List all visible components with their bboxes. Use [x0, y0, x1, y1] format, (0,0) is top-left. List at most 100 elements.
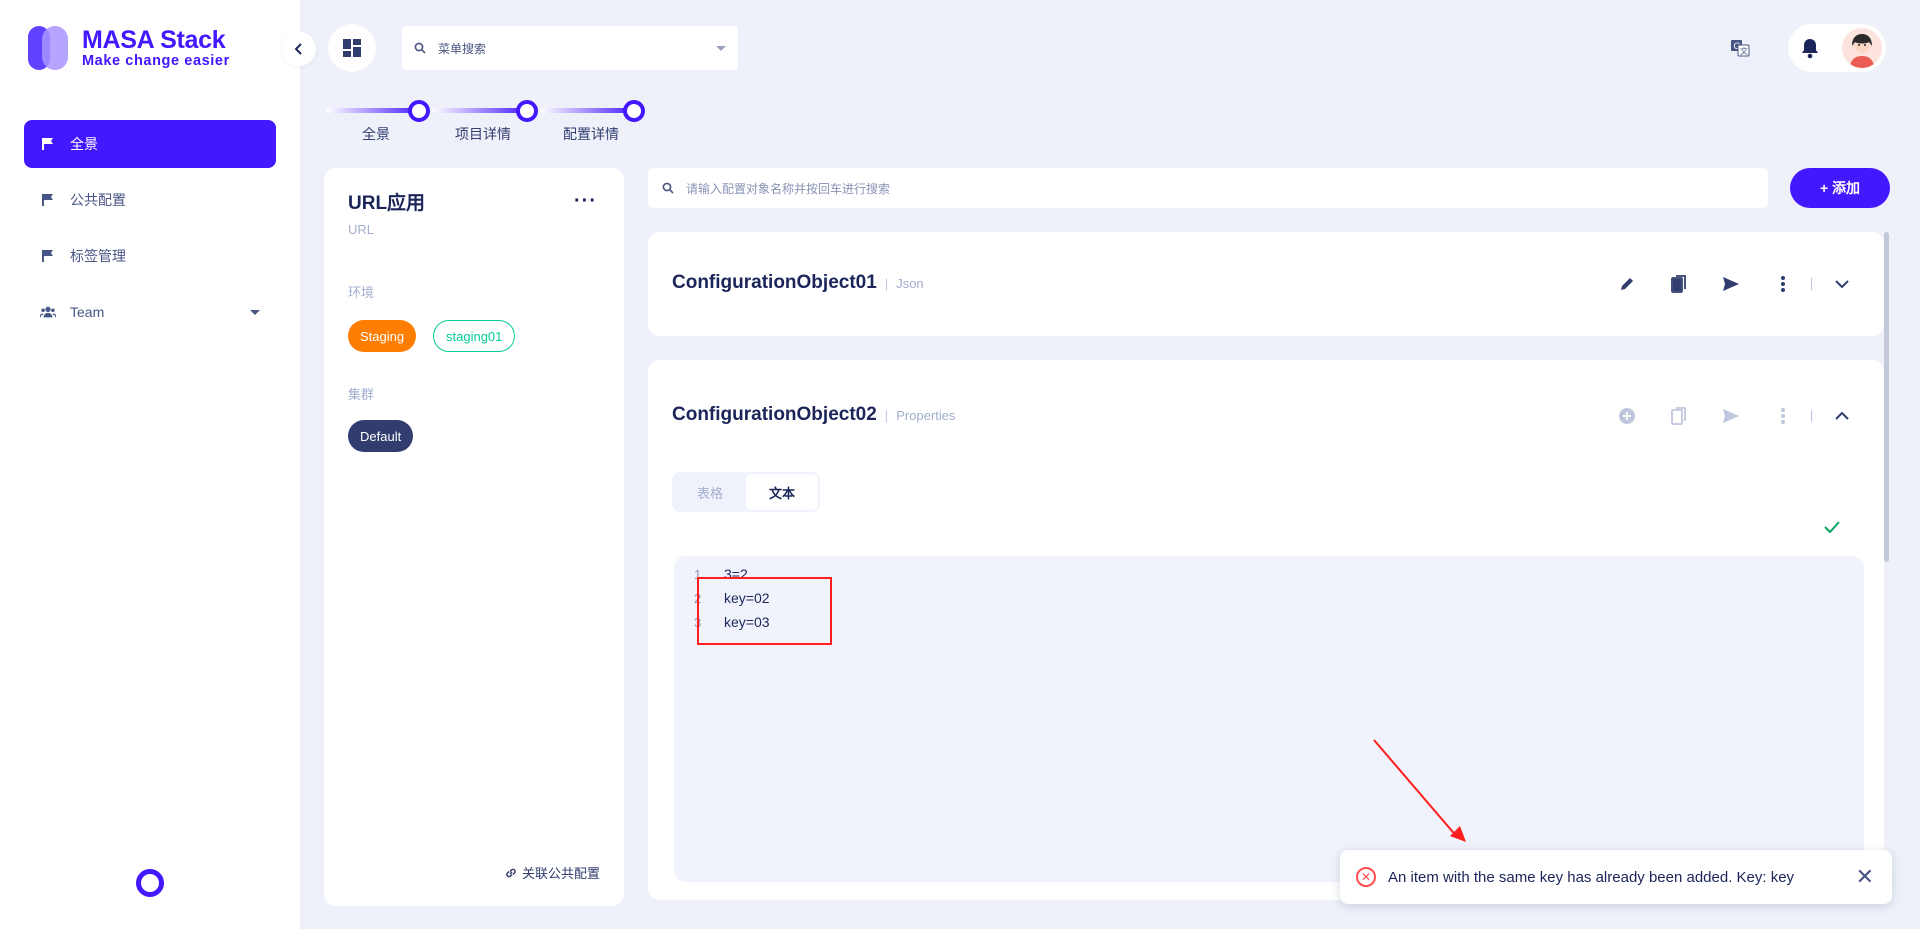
- link-public-config-label: 关联公共配置: [521, 866, 600, 881]
- brand-subtitle: Make change easier: [82, 53, 230, 69]
- step-connector: [540, 108, 636, 113]
- toast-message: An item with the same key has already be…: [1388, 868, 1795, 886]
- env-chip-staging01[interactable]: staging01: [433, 320, 516, 352]
- more-icon[interactable]: ···: [574, 190, 597, 213]
- collapse-sidebar-button[interactable]: [282, 32, 316, 66]
- dashboard-icon: [343, 39, 361, 57]
- dashboard-button[interactable]: [328, 24, 376, 72]
- toolbar-divider: [1811, 278, 1812, 290]
- scrollbar[interactable]: [1884, 232, 1889, 562]
- copy-icon: [1671, 275, 1686, 293]
- check-icon: [1824, 521, 1840, 534]
- step-config-detail[interactable]: 配置详情: [563, 124, 619, 144]
- sidebar-item-label: 标签管理: [70, 248, 126, 264]
- cluster-chip-default[interactable]: Default: [348, 420, 414, 452]
- tab-text[interactable]: 文本: [746, 474, 819, 510]
- annotation-highlight-box: [697, 577, 832, 645]
- chevron-down-icon: [250, 309, 260, 315]
- app-name: URL应用: [348, 193, 426, 214]
- collapse-button[interactable]: [1830, 400, 1854, 432]
- user-pill: [1788, 24, 1886, 72]
- sidebar-nav: 全景 公共配置 标签管理 Team: [24, 120, 276, 344]
- dropdown-arrow-icon: [716, 45, 726, 51]
- sidebar-item-label: 全景: [70, 136, 98, 152]
- send-icon: [1723, 277, 1739, 291]
- flag-icon: [40, 136, 56, 152]
- translate-icon: G文: [1731, 40, 1750, 57]
- error-toast: ✕ An item with the same key has already …: [1340, 850, 1892, 904]
- config-panel: ConfigurationObject01 | Json: [648, 232, 1884, 336]
- config-title-row: ConfigurationObject02 | Properties: [672, 404, 955, 426]
- sidebar-item-tag-management[interactable]: 标签管理: [24, 232, 276, 280]
- save-button[interactable]: [1824, 520, 1840, 538]
- chevron-down-icon: [1835, 280, 1849, 289]
- menu-search-placeholder: 菜单搜索: [438, 41, 487, 56]
- sidebar-item-public-config[interactable]: 公共配置: [24, 176, 276, 224]
- view-tabs: 表格 文本: [672, 472, 821, 512]
- cluster-label: 集群: [348, 387, 375, 402]
- logo[interactable]: MASA Stack Make change easier: [28, 26, 230, 70]
- config-search-input[interactable]: 请输入配置对象名称并按回车进行搜索: [648, 168, 1768, 208]
- pencil-icon: [1621, 278, 1633, 290]
- config-format: Properties: [896, 407, 956, 423]
- config-name: ConfigurationObject02: [672, 404, 877, 425]
- edit-button[interactable]: [1601, 268, 1653, 300]
- add-circle-icon: [1619, 408, 1635, 424]
- expand-button[interactable]: [1830, 268, 1854, 300]
- separator: |: [884, 275, 889, 291]
- sidebar-item-label: 公共配置: [70, 192, 126, 208]
- config-search-placeholder: 请输入配置对象名称并按回车进行搜索: [686, 181, 891, 196]
- flag-icon: [40, 248, 56, 264]
- search-icon: [662, 182, 674, 194]
- step-dot[interactable]: [408, 100, 430, 122]
- copy-button[interactable]: [1653, 268, 1705, 300]
- sidebar-item-overview[interactable]: 全景: [24, 120, 276, 168]
- link-public-config[interactable]: 关联公共配置: [504, 863, 600, 882]
- menu-search-input[interactable]: 菜单搜索: [402, 26, 738, 70]
- env-chip-staging[interactable]: Staging: [348, 320, 417, 352]
- config-name: ConfigurationObject01: [672, 272, 877, 293]
- team-icon: [40, 304, 56, 320]
- config-panel: ConfigurationObject02 | Properties 表格 文本…: [648, 360, 1884, 900]
- svg-text:文: 文: [1740, 46, 1748, 56]
- config-toolbar: [1601, 400, 1854, 432]
- link-icon: [506, 868, 516, 877]
- more-button[interactable]: [1757, 268, 1809, 300]
- text-editor[interactable]: 1 3=2 2 key=02 3 key=03: [674, 556, 1864, 882]
- add-item-button[interactable]: [1601, 400, 1653, 432]
- avatar[interactable]: [1842, 28, 1882, 68]
- step-dot[interactable]: [623, 100, 645, 122]
- publish-button[interactable]: [1705, 400, 1757, 432]
- loading-ring-icon: [136, 869, 164, 897]
- language-switch-button[interactable]: G文: [1722, 26, 1758, 70]
- masa-logo-icon: [28, 26, 72, 70]
- config-title-row: ConfigurationObject01 | Json: [672, 272, 924, 294]
- bell-icon[interactable]: [1800, 37, 1820, 59]
- add-button[interactable]: + 添加: [1790, 168, 1890, 208]
- chevron-up-icon: [1835, 411, 1849, 420]
- brand-title: MASA Stack: [82, 26, 226, 54]
- annotation-arrow: [1373, 739, 1466, 842]
- sidebar-item-team[interactable]: Team: [24, 288, 276, 336]
- app-info-card: URL应用 ··· URL 环境 Staging staging01 集群 De…: [324, 168, 624, 906]
- sidebar-item-label: Team: [70, 304, 105, 320]
- flag-icon: [40, 192, 56, 208]
- config-format: Json: [896, 275, 924, 291]
- breadcrumb-stepper: 全景 项目详情 配置详情: [326, 96, 646, 144]
- more-vertical-icon: [1781, 276, 1785, 292]
- error-icon: ✕: [1356, 867, 1376, 887]
- app-code: URL: [348, 222, 375, 237]
- env-label: 环境: [348, 285, 375, 300]
- close-icon[interactable]: ✕: [1856, 864, 1874, 890]
- publish-button[interactable]: [1705, 268, 1757, 300]
- tab-table[interactable]: 表格: [674, 474, 746, 510]
- step-project-detail[interactable]: 项目详情: [455, 124, 511, 144]
- step-overview[interactable]: 全景: [362, 124, 390, 144]
- step-dot[interactable]: [516, 100, 538, 122]
- config-toolbar: [1601, 268, 1854, 300]
- more-button[interactable]: [1757, 400, 1809, 432]
- copy-button[interactable]: [1653, 400, 1705, 432]
- sidebar: MASA Stack Make change easier 全景 公共配置 标签…: [0, 0, 300, 929]
- chevron-left-icon: [294, 43, 302, 55]
- search-icon: [414, 42, 426, 54]
